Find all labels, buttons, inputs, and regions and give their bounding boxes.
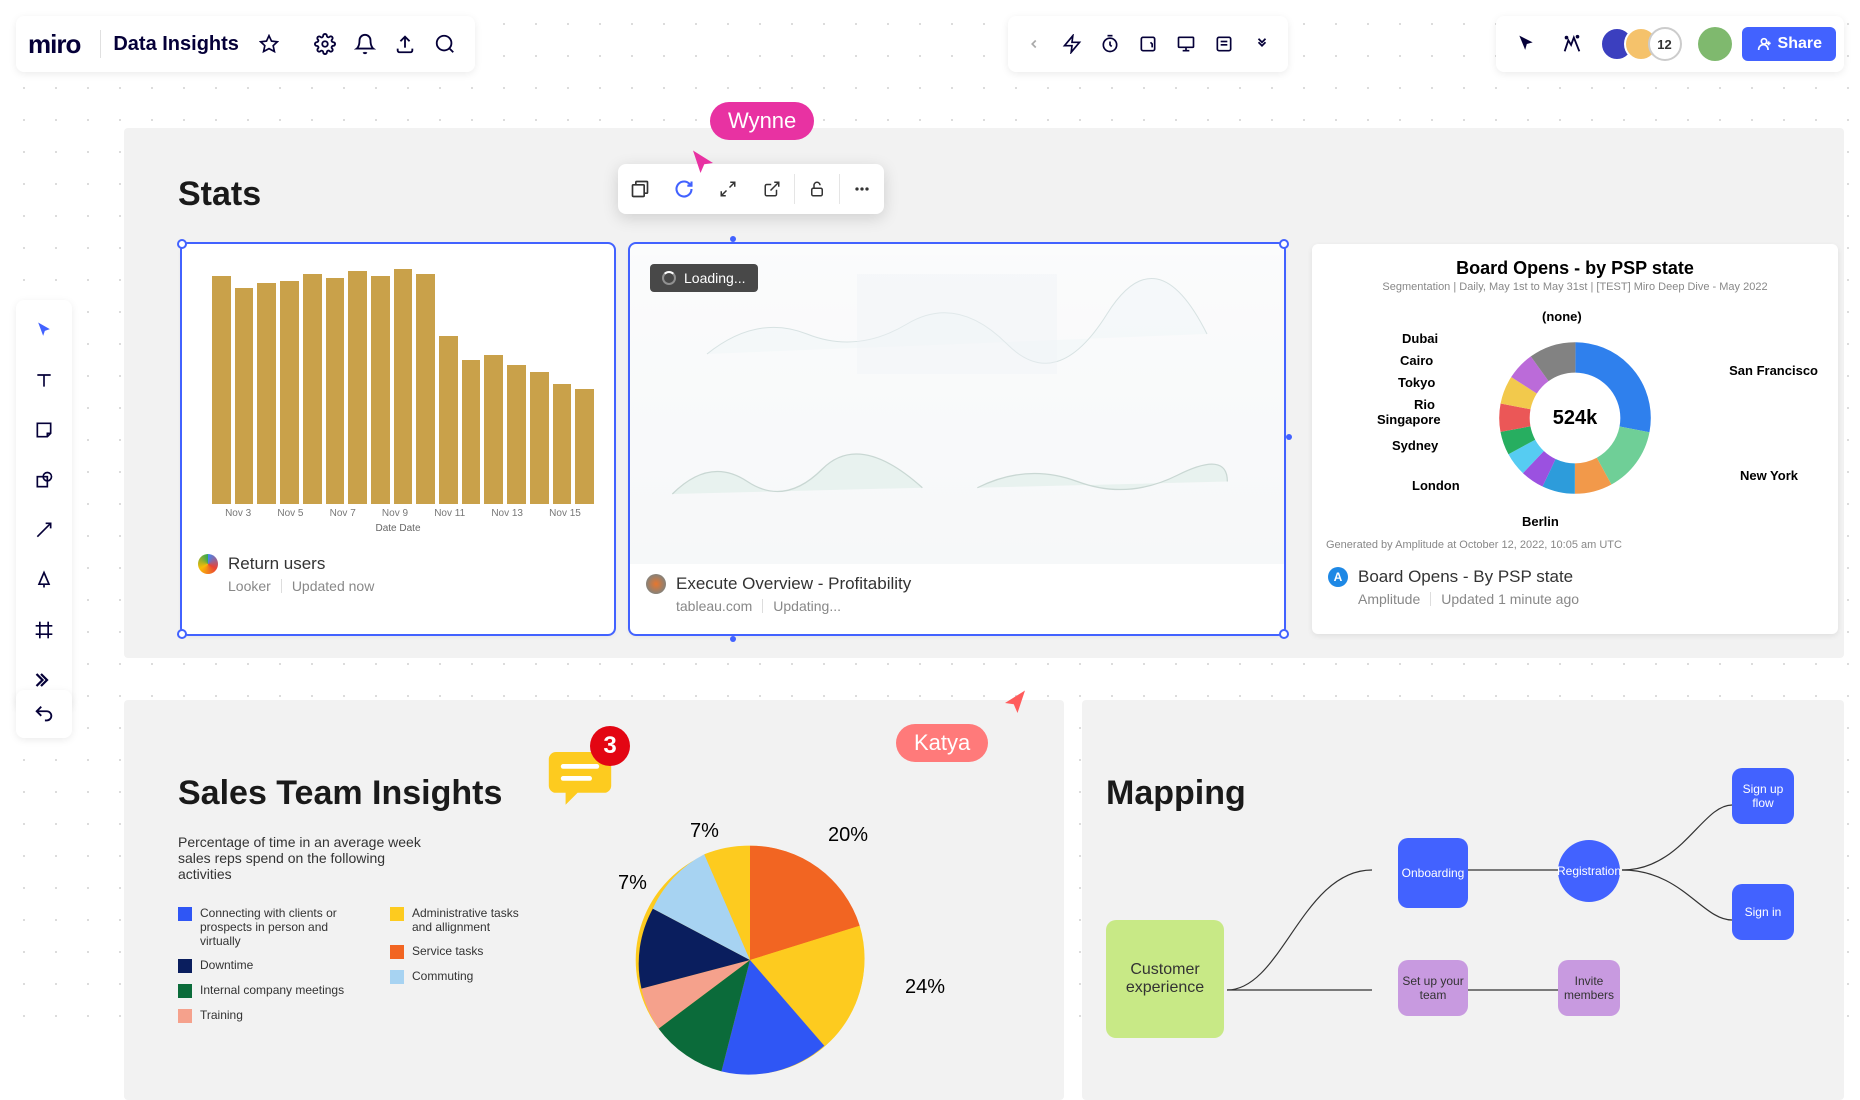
comments-icon[interactable] <box>1206 26 1242 62</box>
pie-label-20: 20% <box>828 824 868 847</box>
vote-icon[interactable] <box>1130 26 1166 62</box>
cursor-icon[interactable] <box>1508 26 1544 62</box>
tableau-preview <box>630 244 1284 564</box>
card-return-users[interactable]: Nov 3Nov 5Nov 7Nov 9Nov 11Nov 13Nov 15 D… <box>182 244 614 634</box>
looker-icon <box>198 554 218 574</box>
replace-icon[interactable] <box>618 164 662 214</box>
pie-label-7b: 7% <box>618 872 647 895</box>
left-toolbar <box>16 300 72 710</box>
selection-midpoint[interactable] <box>730 236 736 242</box>
avatar-overflow[interactable]: 12 <box>1648 27 1682 61</box>
text-tool[interactable] <box>24 360 64 400</box>
selection-handle[interactable] <box>177 239 187 249</box>
header-collab: 12 Share <box>1496 16 1844 72</box>
legend-col1: Connecting with clients or prospects in … <box>178 906 348 1033</box>
node-setup[interactable]: Set up your team <box>1398 960 1468 1016</box>
loading-indicator: Loading... <box>650 264 758 292</box>
share-label: Share <box>1778 35 1822 53</box>
context-toolbar <box>618 164 884 214</box>
comment-count-badge: 3 <box>590 726 630 766</box>
selection-midpoint[interactable] <box>1286 434 1292 440</box>
cursor-katya-label: Katya <box>896 724 988 762</box>
cursor-wynne-arrow <box>688 148 718 183</box>
chevron-left-icon[interactable] <box>1016 26 1052 62</box>
more-apps-icon[interactable] <box>1244 26 1280 62</box>
node-signup[interactable]: Sign up flow <box>1732 768 1794 824</box>
search-icon[interactable] <box>427 26 463 62</box>
more-icon[interactable] <box>840 164 884 214</box>
node-registration[interactable]: Registration <box>1558 840 1620 902</box>
star-icon[interactable] <box>251 26 287 62</box>
bar-chart: Nov 3Nov 5Nov 7Nov 9Nov 11Nov 13Nov 15 D… <box>182 244 614 544</box>
sales-pie-chart <box>630 840 870 1085</box>
card-source: Amplitude <box>1358 591 1420 607</box>
sales-title: Sales Team Insights <box>178 774 502 813</box>
amplitude-icon: A <box>1328 567 1348 587</box>
axis-label: Date Date <box>192 519 604 534</box>
line-tool[interactable] <box>24 510 64 550</box>
shape-tool[interactable] <box>24 460 64 500</box>
selection-handle[interactable] <box>1279 629 1289 639</box>
open-link-icon[interactable] <box>750 164 794 214</box>
share-button[interactable]: Share <box>1742 27 1836 61</box>
pie-label-7a: 7% <box>690 820 719 843</box>
card-updated: Updated now <box>292 578 375 594</box>
chart-title: Board Opens - by PSP state <box>1322 258 1828 279</box>
stats-title: Stats <box>178 175 261 214</box>
lock-icon[interactable] <box>795 164 839 214</box>
card-title: Return users <box>228 554 325 574</box>
avatar-me[interactable] <box>1698 27 1732 61</box>
reactions-icon[interactable] <box>1554 26 1590 62</box>
selection-midpoint[interactable] <box>730 636 736 642</box>
node-invite[interactable]: Invite members <box>1558 960 1620 1016</box>
cursor-katya-arrow <box>1000 688 1030 723</box>
legend-col2: Administrative tasks and allignment Serv… <box>390 906 540 994</box>
settings-icon[interactable] <box>307 26 343 62</box>
card-source: Looker <box>228 578 271 594</box>
cursor-wynne-label: Wynne <box>710 102 814 140</box>
card-updated: Updated 1 minute ago <box>1441 591 1579 607</box>
donut-center-value: 524k <box>1553 407 1598 430</box>
selection-handle[interactable] <box>1279 239 1289 249</box>
select-tool[interactable] <box>24 310 64 350</box>
card-source: tableau.com <box>676 598 752 614</box>
card-updated: Updating... <box>773 598 841 614</box>
tableau-icon <box>646 574 666 594</box>
card-amplitude[interactable]: Board Opens - by PSP state Segmentation … <box>1312 244 1838 634</box>
mapping-title: Mapping <box>1106 774 1246 813</box>
miro-logo[interactable]: miro <box>28 29 80 60</box>
card-title: Execute Overview - Profitability <box>676 574 911 594</box>
loading-text: Loading... <box>684 270 746 286</box>
present-icon[interactable] <box>1168 26 1204 62</box>
timer-icon[interactable] <box>1092 26 1128 62</box>
frame-tool[interactable] <box>24 610 64 650</box>
board-title[interactable]: Data Insights <box>113 33 239 56</box>
card-title: Board Opens - By PSP state <box>1358 567 1573 587</box>
selection-handle[interactable] <box>177 629 187 639</box>
chart-footer: Generated by Amplitude at October 12, 20… <box>1322 533 1828 557</box>
header-tools <box>1008 16 1288 72</box>
comment-bubble[interactable]: 3 <box>544 740 616 817</box>
node-customer[interactable]: Customer experience <box>1106 920 1224 1038</box>
lightning-icon[interactable] <box>1054 26 1090 62</box>
donut-chart: Board Opens - by PSP state Segmentation … <box>1312 244 1838 567</box>
undo-button[interactable] <box>16 690 72 738</box>
node-onboarding[interactable]: Onboarding <box>1398 838 1468 908</box>
pen-tool[interactable] <box>24 560 64 600</box>
chart-meta: Segmentation | Daily, May 1st to May 31s… <box>1322 281 1828 293</box>
header-left: miro Data Insights <box>16 16 475 72</box>
pie-label-24: 24% <box>905 976 945 999</box>
divider <box>100 30 101 58</box>
bell-icon[interactable] <box>347 26 383 62</box>
node-signin[interactable]: Sign in <box>1732 884 1794 940</box>
card-tableau[interactable]: Loading... Execute Overview - Profitabil… <box>630 244 1284 634</box>
sales-subtitle: Percentage of time in an average week sa… <box>178 834 438 882</box>
sticky-tool[interactable] <box>24 410 64 450</box>
export-icon[interactable] <box>387 26 423 62</box>
spinner-icon <box>662 271 676 285</box>
